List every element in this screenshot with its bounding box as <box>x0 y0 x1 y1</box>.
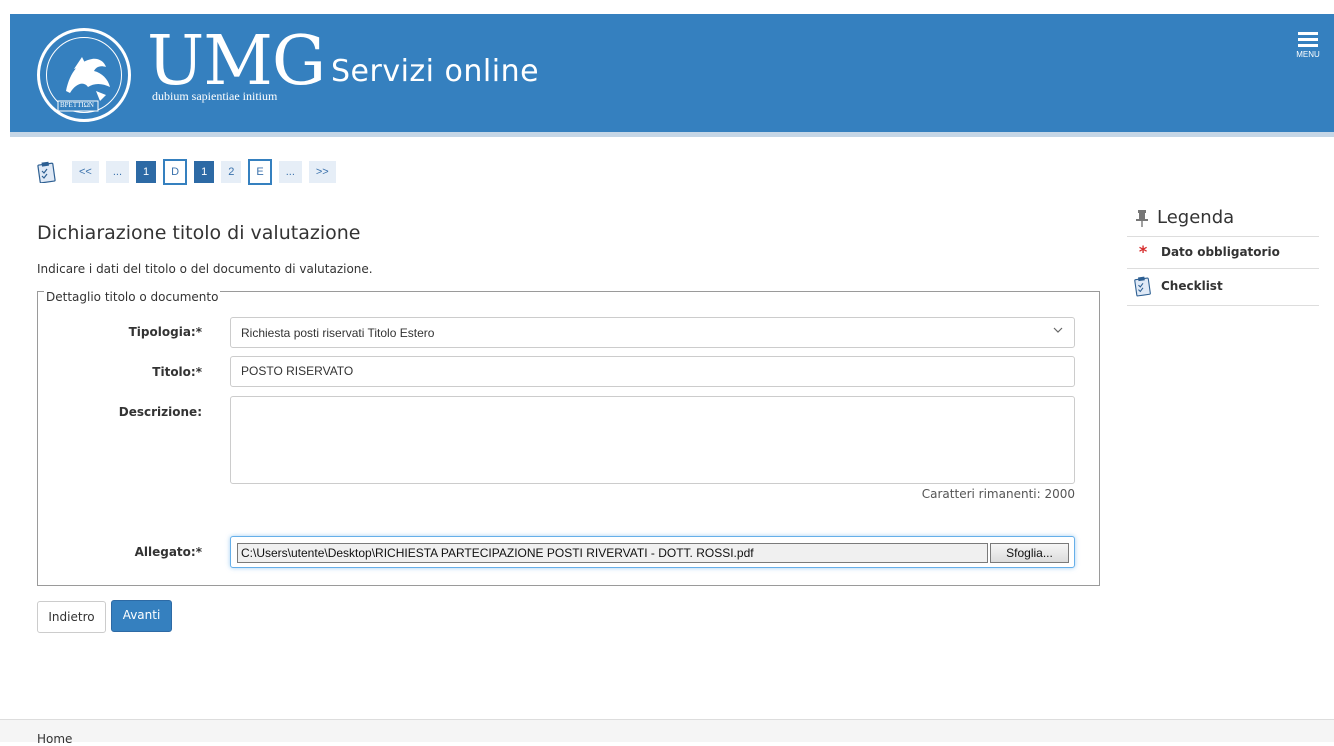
required-asterisk-icon: * <box>1138 242 1148 261</box>
page-intro: Indicare i dati del titolo o del documen… <box>37 262 373 276</box>
legend-required-item: * Dato obbligatorio <box>1133 242 1280 261</box>
legend-required-label: Dato obbligatorio <box>1161 244 1280 259</box>
page-title: Dichiarazione titolo di valutazione <box>37 222 361 244</box>
fieldset-legend: Dettaglio titolo o documento <box>44 290 221 304</box>
legend-checklist-label: Checklist <box>1161 279 1223 293</box>
legend-divider <box>1127 305 1319 306</box>
step-d[interactable]: D <box>163 159 188 185</box>
step-e[interactable]: E <box>248 159 272 185</box>
next-button[interactable]: Avanti <box>111 600 172 632</box>
step-ellipsis-left[interactable]: ... <box>105 161 130 183</box>
wizard-steps: << ... 1 D 1 2 E ... >> <box>36 158 343 186</box>
seal-emblem-icon <box>57 57 110 112</box>
tipologia-selected-value: Richiesta posti riservati Titolo Estero <box>241 326 435 340</box>
legend-checklist-item: Checklist <box>1133 275 1223 297</box>
hamburger-icon <box>1298 32 1318 35</box>
checklist-icon <box>1134 276 1151 297</box>
pushpin-icon <box>1136 209 1148 227</box>
back-button[interactable]: Indietro <box>37 601 106 633</box>
footer-home-link[interactable]: Home <box>37 732 72 746</box>
step-ellipsis-right[interactable]: ... <box>278 161 302 183</box>
brand-name: UMG <box>147 22 326 101</box>
titolo-input[interactable]: POSTO RISERVATO <box>230 356 1075 387</box>
allegato-label: Allegato:* <box>134 545 202 559</box>
app-title: Servizi online <box>331 54 540 89</box>
legend-divider <box>1127 268 1319 269</box>
chevron-down-icon <box>1053 327 1063 333</box>
step-1[interactable]: 1 <box>136 161 157 183</box>
step-first[interactable]: << <box>72 161 99 183</box>
checklist-icon[interactable] <box>36 161 58 183</box>
remaining-characters: Caratteri rimanenti: 2000 <box>921 487 1075 501</box>
menu-button[interactable]: MENU <box>1290 32 1326 72</box>
legend-heading: Legenda <box>1135 207 1234 228</box>
tipologia-label: Tipologia:* <box>128 325 202 339</box>
browse-button[interactable]: Sfoglia... <box>990 543 1069 563</box>
step-current[interactable]: 1 <box>194 161 215 183</box>
menu-label: MENU <box>1296 50 1320 59</box>
legend-title: Legenda <box>1157 207 1235 228</box>
step-last[interactable]: >> <box>308 161 336 183</box>
brand-tagline: dubium sapientiae initium <box>152 89 278 103</box>
allegato-file-input[interactable]: C:\Users\utente\Desktop\RICHIESTA PARTEC… <box>230 536 1075 568</box>
seal-text: BPETTIΩN <box>60 101 94 109</box>
tipologia-select[interactable]: Richiesta posti riservati Titolo Estero <box>230 317 1075 348</box>
legend-divider <box>1127 236 1319 237</box>
file-path-field[interactable]: C:\Users\utente\Desktop\RICHIESTA PARTEC… <box>237 543 988 563</box>
site-footer: Home <box>0 719 1334 746</box>
titolo-label: Titolo:* <box>152 365 202 379</box>
hamburger-icon-bar <box>1298 38 1318 41</box>
hamburger-icon-bar <box>1298 44 1318 47</box>
site-header: BPETTIΩN UMG dubium sapientiae initium S… <box>10 14 1334 137</box>
step-2[interactable]: 2 <box>221 161 242 183</box>
descrizione-textarea[interactable] <box>230 396 1075 484</box>
university-seal-logo[interactable]: BPETTIΩN <box>37 28 131 122</box>
descrizione-label: Descrizione: <box>118 405 202 419</box>
